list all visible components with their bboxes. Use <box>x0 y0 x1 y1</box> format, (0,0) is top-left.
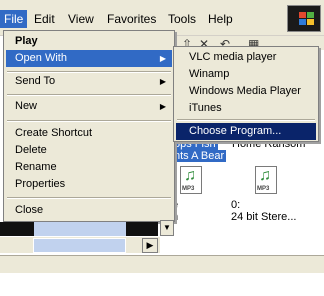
menu-item-new[interactable]: New ▶ <box>6 98 172 115</box>
panel-dark-region <box>0 222 34 236</box>
menu-help[interactable]: Help <box>204 10 237 28</box>
menu-item-play[interactable]: Play <box>6 33 172 50</box>
scrollbar-thumb[interactable] <box>33 238 126 253</box>
status-bar <box>0 255 324 273</box>
menu-separator <box>7 120 171 122</box>
menu-file[interactable]: File <box>0 10 28 28</box>
menu-item-send-to[interactable]: Send To ▶ <box>6 73 172 90</box>
menu-item-label: Open With <box>15 52 67 64</box>
menu-item-rename[interactable]: Rename <box>6 159 172 176</box>
mp3-file-icon[interactable]: ♫ MP3 <box>255 166 277 194</box>
submenu-item-windows-media-player[interactable]: Windows Media Player <box>176 83 316 100</box>
mp3-file-icon[interactable]: ♫ MP3 <box>180 166 202 194</box>
menu-separator <box>177 119 315 121</box>
submenu-arrow-icon: ▶ <box>159 77 166 86</box>
menu-item-delete[interactable]: Delete <box>6 142 172 159</box>
submenu-item-vlc[interactable]: VLC media player <box>176 49 316 66</box>
menu-separator <box>7 197 171 199</box>
menu-item-open-with[interactable]: Open With ▶ <box>6 50 172 67</box>
windows-logo-icon <box>287 5 321 32</box>
context-menu: Play Open With ▶ Send To ▶ New ▶ Create … <box>3 30 175 222</box>
lower-area <box>0 273 324 296</box>
panel-dark-region <box>126 222 158 236</box>
menu-item-close[interactable]: Close <box>6 202 172 219</box>
menu-separator <box>7 94 171 96</box>
submenu-arrow-icon: ▶ <box>159 54 166 63</box>
menu-item-label: New <box>15 100 38 112</box>
open-with-submenu: VLC media player Winamp Windows Media Pl… <box>173 46 319 142</box>
menu-item-label: Send To <box>15 75 56 87</box>
menu-item-properties[interactable]: Properties <box>6 176 172 193</box>
scroll-down-button[interactable]: ▼ <box>160 220 174 236</box>
panel-highlight-region <box>34 222 126 236</box>
menu-tools[interactable]: Tools <box>164 10 200 28</box>
submenu-arrow-icon: ▶ <box>159 102 166 111</box>
file-detail: 0: <box>231 199 241 211</box>
file-detail: 24 bit Stere... <box>231 211 297 223</box>
selected-file-name-line2[interactable]: nts A Bear <box>172 150 227 162</box>
submenu-item-itunes[interactable]: iTunes <box>176 100 316 117</box>
submenu-item-choose-program[interactable]: Choose Program... <box>176 123 316 140</box>
menu-view[interactable]: View <box>64 10 98 28</box>
menu-favorites[interactable]: Favorites <box>103 10 160 28</box>
menu-edit[interactable]: Edit <box>30 10 59 28</box>
submenu-item-winamp[interactable]: Winamp <box>176 66 316 83</box>
scroll-right-button[interactable]: ▶ <box>142 238 158 253</box>
menu-item-create-shortcut[interactable]: Create Shortcut <box>6 125 172 142</box>
horizontal-scrollbar[interactable]: ▶ <box>0 236 160 253</box>
